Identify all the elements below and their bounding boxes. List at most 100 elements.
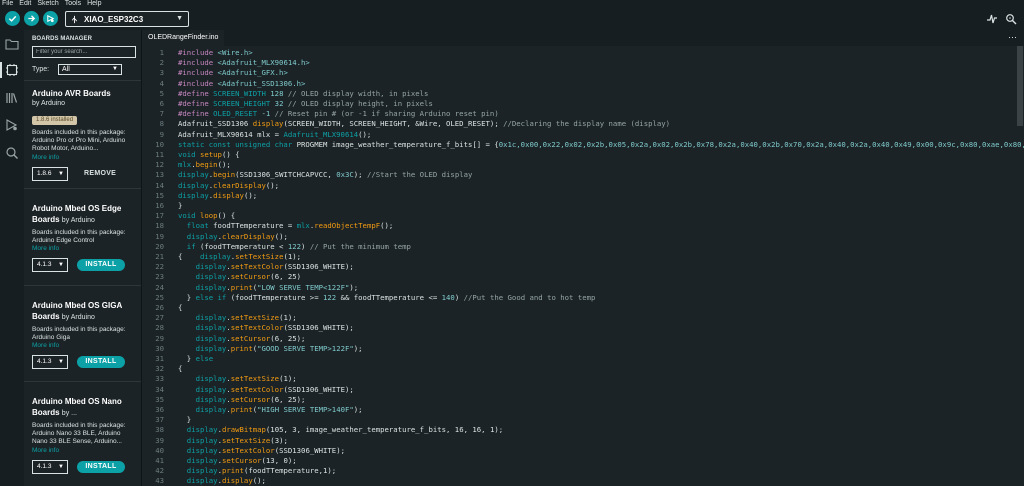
serial-plotter-button[interactable] (985, 12, 999, 26)
code-line[interactable]: 8 Adafruit_SSD1306 display(SCREEN_WIDTH, … (142, 119, 1024, 129)
more-info-link[interactable]: More info (32, 245, 136, 253)
line-text: void loop() { (178, 211, 236, 221)
debugger-button[interactable] (4, 117, 20, 133)
code-line[interactable]: 42 display.print(foodTTemperature,1); (142, 466, 1024, 476)
menu-tools[interactable]: Tools (65, 0, 81, 8)
code-line[interactable]: 35 display.setCursor(6, 25); (142, 395, 1024, 405)
search-button[interactable] (4, 145, 20, 161)
code-line[interactable]: 9 Adafruit_MLX90614 mlx = Adafruit_MLX906… (142, 130, 1024, 140)
menu-file[interactable]: File (2, 0, 13, 8)
code-line[interactable]: 12 mlx.begin(); (142, 160, 1024, 170)
code-line[interactable]: 33 display.setTextSize(1); (142, 374, 1024, 384)
code-line[interactable]: 16} (142, 201, 1024, 211)
board-selector[interactable]: XIAO_ESP32C3 ▼ (65, 11, 189, 27)
search-input[interactable] (32, 46, 136, 58)
line-number: 9 (159, 129, 164, 139)
boards-manager-button[interactable] (0, 62, 20, 78)
code-line[interactable]: 11 void setup() { (142, 150, 1024, 160)
board-author: by Arduino (61, 314, 95, 321)
code-line[interactable]: 28 display.setTextColor(SSD1306_WHITE); (142, 323, 1024, 333)
code-line[interactable]: 2 #include <Adafruit_MLX90614.h> (142, 58, 1024, 68)
line-text: } (178, 201, 183, 210)
code-line[interactable]: 30 display.print("GOOD SERVE TEMP>122F")… (142, 344, 1024, 354)
menu-edit[interactable]: Edit (19, 0, 31, 8)
code-line[interactable]: 1 #include <Wire.h> (142, 48, 1024, 58)
code-line[interactable]: 41 display.setCursor(13, 0); (142, 456, 1024, 466)
version-select[interactable]: 4.1.3 ▼ (32, 459, 68, 474)
line-number: 37 (155, 415, 164, 425)
code-line[interactable]: 3 #include <Adafruit_GFX.h> (142, 68, 1024, 78)
line-number: 21 (155, 252, 164, 261)
code-line[interactable]: 6 #define SCREEN_HEIGHT 32 // OLED displa… (142, 99, 1024, 109)
editor-scrollbar[interactable] (1017, 46, 1023, 126)
menu-help[interactable]: Help (87, 0, 101, 8)
line-number: 41 (155, 456, 164, 465)
menu-bar: File Edit Sketch Tools Help (0, 0, 1024, 8)
version-select[interactable]: 1.8.6 ▼ (32, 166, 68, 181)
code-line[interactable]: 32 { (142, 364, 1024, 374)
code-line[interactable]: 27 display.setTextSize(1); (142, 313, 1024, 323)
more-info-link[interactable]: More info (32, 447, 136, 455)
more-info-link[interactable]: More info (32, 342, 136, 350)
code-line[interactable]: 19 display.clearDisplay(); (142, 232, 1024, 242)
version-select[interactable]: 4.1.3 ▼ (32, 355, 68, 370)
board-name: Arduino Mbed OS Edge Boards by Arduino (32, 204, 122, 224)
sketchbook-button[interactable] (4, 36, 20, 52)
code-line[interactable]: 39 display.setTextSize(3); (142, 436, 1024, 446)
verify-button[interactable] (5, 11, 20, 26)
code-line[interactable]: 4 #include <Adafruit_SSD1306.h> (142, 79, 1024, 89)
code-line[interactable]: 10 static const unsigned char PROGMEM ima… (142, 140, 1024, 150)
check-icon (8, 15, 17, 22)
code-area[interactable]: 1 #include <Wire.h> 2 #include <Adafruit_ML… (142, 46, 1024, 486)
code-line[interactable]: 40 display.setTextColor(SSD1306_WHITE); (142, 446, 1024, 456)
line-number: 43 (155, 476, 164, 486)
code-line[interactable]: 7 #define OLED_RESET -1 // Reset pin # (o… (142, 109, 1024, 119)
code-line[interactable]: 18 float foodTTemperature = mlx.readObje… (142, 221, 1024, 231)
code-line[interactable]: 17 void loop() { (142, 211, 1024, 221)
line-number: 34 (155, 384, 164, 394)
code-line[interactable]: 26 { (142, 303, 1024, 313)
line-text: } (178, 415, 192, 425)
install-button[interactable]: INSTALL (77, 356, 125, 369)
line-text: display.print("HIGH SERVE TEMP>140F"); (195, 405, 363, 414)
code-line[interactable]: 21 { display.setTextSize(1); (142, 252, 1024, 262)
library-manager-button[interactable] (4, 90, 20, 106)
code-line[interactable]: 34 display.setTextColor(SSD1306_WHITE); (142, 385, 1024, 395)
divider (24, 188, 141, 189)
tab-sketch-file[interactable]: OLEDRangeFinder.ino (142, 30, 225, 46)
code-line[interactable]: 37 } (142, 415, 1024, 425)
install-button[interactable]: INSTALL (77, 460, 125, 473)
code-line[interactable]: 22 display.setTextColor(SSD1306_WHITE); (142, 262, 1024, 272)
code-line[interactable]: 14 display.clearDisplay(); (142, 181, 1024, 191)
code-line[interactable]: 23 display.setCursor(6, 25) (142, 272, 1024, 282)
code-line[interactable]: 43 display.display(); (142, 476, 1024, 486)
magnifier-icon (1006, 14, 1017, 25)
line-number: 30 (155, 343, 164, 353)
upload-button[interactable] (24, 11, 39, 26)
code-line[interactable]: 24 display.print("LOW SERVE TEMP<122F"); (142, 283, 1024, 293)
board-description: Boards included in this package: Arduino… (32, 422, 126, 446)
code-line[interactable]: 31 } else (142, 354, 1024, 364)
line-number: 31 (155, 354, 164, 363)
code-line[interactable]: 25 } else if (foodTTemperature >= 122 &&… (142, 293, 1024, 303)
more-info-link[interactable]: More info (32, 154, 136, 162)
install-button[interactable]: INSTALL (77, 259, 125, 272)
menu-sketch[interactable]: Sketch (37, 0, 58, 8)
code-line[interactable]: 15 display.display(); (142, 191, 1024, 201)
remove-button[interactable]: REMOVE (84, 168, 116, 180)
line-text: display.display(); (178, 190, 258, 200)
code-line[interactable]: 5 #define SCREEN_WIDTH 128 // OLED displa… (142, 89, 1024, 99)
line-number: 1 (159, 48, 164, 57)
code-line[interactable]: 13 display.begin(SSD1306_SWITCHCAPVCC, 0x… (142, 170, 1024, 180)
code-line[interactable]: 29 display.setCursor(6, 25); (142, 334, 1024, 344)
debug-button[interactable] (43, 11, 58, 26)
serial-monitor-button[interactable] (1004, 12, 1018, 26)
ellipsis-icon[interactable]: ⋯ (1008, 32, 1018, 43)
line-number: 10 (155, 139, 164, 149)
line-number: 7 (159, 109, 164, 119)
code-line[interactable]: 36 display.print("HIGH SERVE TEMP>140F")… (142, 405, 1024, 415)
version-select[interactable]: 4.1.3 ▼ (32, 258, 68, 273)
code-line[interactable]: 20 if (foodTTemperature < 122) // Put th… (142, 242, 1024, 252)
type-filter-select[interactable]: All ▼ (58, 64, 122, 75)
code-line[interactable]: 38 display.drawBitmap(105, 3, image_weat… (142, 425, 1024, 435)
